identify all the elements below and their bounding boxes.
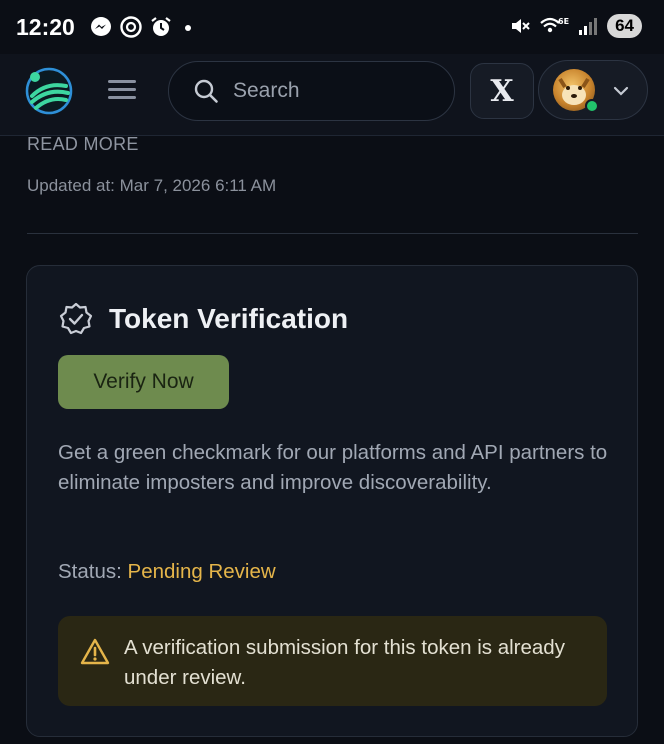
messenger-icon bbox=[91, 17, 111, 36]
hamburger-menu-icon[interactable] bbox=[108, 80, 136, 102]
search-input[interactable] bbox=[233, 79, 423, 103]
verified-badge-icon bbox=[59, 302, 93, 335]
card-title: Token Verification bbox=[109, 303, 349, 334]
dot-icon bbox=[185, 25, 191, 31]
verify-now-button[interactable]: Verify Now bbox=[58, 355, 229, 409]
wifi-6e-icon: 6E bbox=[540, 17, 569, 33]
status-value: Pending Review bbox=[127, 560, 276, 583]
updated-timestamp: Updated at: Mar 7, 2026 6:11 AM bbox=[27, 176, 277, 195]
search-bar[interactable] bbox=[168, 61, 455, 121]
divider bbox=[27, 233, 638, 234]
status-bar: 12:20 6E 64 bbox=[0, 0, 664, 54]
card-header: Token Verification bbox=[59, 302, 348, 336]
token-verification-card: Token Verification Verify Now Get a gree… bbox=[26, 265, 638, 737]
card-description: Get a green checkmark for our platforms … bbox=[58, 441, 608, 494]
threads-icon bbox=[120, 16, 142, 38]
alarm-icon bbox=[151, 17, 171, 36]
app-header: X bbox=[0, 54, 664, 136]
system-icons: 6E 64 bbox=[509, 14, 642, 38]
warning-icon bbox=[80, 638, 110, 665]
battery-level: 64 bbox=[607, 14, 642, 38]
review-alert: A verification submission for this token… bbox=[58, 616, 607, 706]
svg-text:6E: 6E bbox=[558, 17, 569, 26]
x-logo-icon: X bbox=[490, 73, 514, 109]
profile-menu-button[interactable] bbox=[538, 60, 648, 120]
alert-message: A verification submission for this token… bbox=[124, 636, 565, 689]
notification-icons bbox=[90, 16, 196, 38]
search-icon bbox=[194, 79, 218, 103]
x-social-button[interactable]: X bbox=[470, 63, 534, 119]
online-status-dot bbox=[585, 99, 599, 113]
read-more-link[interactable]: READ MORE bbox=[27, 134, 139, 155]
verification-status: Status: Pending Review bbox=[58, 560, 276, 584]
mute-icon bbox=[512, 19, 530, 33]
status-label: Status: bbox=[58, 560, 122, 583]
app-logo-icon[interactable] bbox=[24, 66, 74, 116]
clock: 12:20 bbox=[16, 14, 75, 40]
chevron-down-icon bbox=[613, 86, 629, 96]
signal-icon bbox=[579, 18, 598, 35]
